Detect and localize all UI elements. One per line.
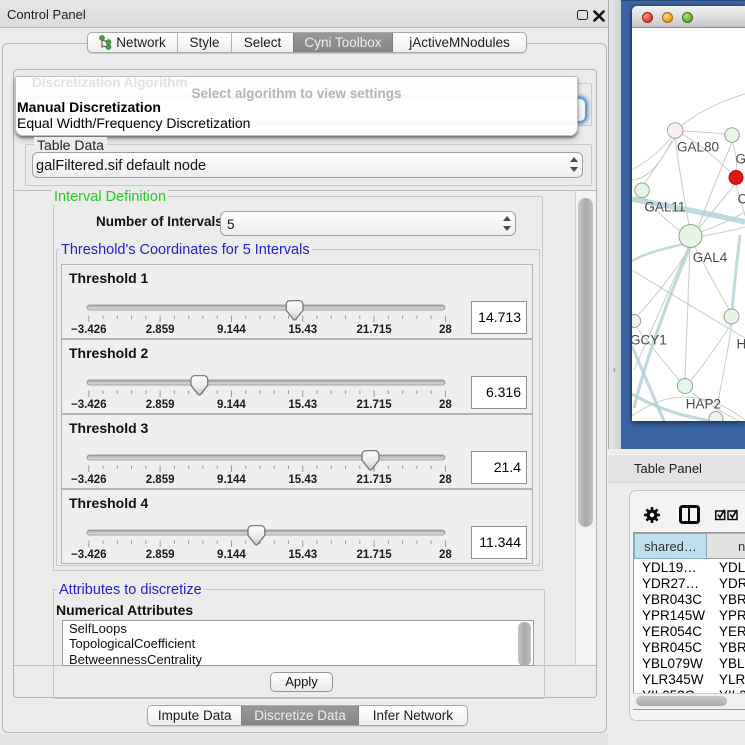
- svg-text:21.715: 21.715: [356, 399, 392, 411]
- svg-text:CY: CY: [738, 192, 745, 207]
- svg-text:2.859: 2.859: [146, 549, 175, 561]
- svg-text:21.715: 21.715: [356, 549, 392, 561]
- svg-text:9.144: 9.144: [217, 324, 246, 336]
- svg-text:21.715: 21.715: [356, 324, 392, 336]
- svg-text:28: 28: [439, 549, 452, 561]
- svg-text:2.859: 2.859: [146, 474, 175, 486]
- svg-text:HAP2: HAP2: [686, 397, 721, 412]
- svg-text:15.43: 15.43: [288, 399, 317, 411]
- svg-text:28: 28: [439, 399, 452, 411]
- svg-text:GAL11: GAL11: [644, 200, 685, 215]
- svg-text:9.144: 9.144: [217, 399, 246, 411]
- svg-text:GAL4: GAL4: [693, 250, 728, 265]
- svg-text:21.715: 21.715: [356, 474, 392, 486]
- svg-text:9.144: 9.144: [217, 474, 246, 486]
- svg-text:28: 28: [439, 324, 452, 336]
- svg-text:−3.426: −3.426: [71, 399, 107, 411]
- svg-text:2.859: 2.859: [146, 399, 175, 411]
- svg-text:2.859: 2.859: [146, 324, 175, 336]
- svg-text:HI: HI: [737, 337, 745, 352]
- svg-text:15.43: 15.43: [288, 549, 317, 561]
- svg-text:GA: GA: [736, 152, 745, 167]
- svg-text:−3.426: −3.426: [71, 549, 107, 561]
- svg-text:15.43: 15.43: [288, 474, 317, 486]
- svg-text:28: 28: [439, 474, 452, 486]
- svg-text:GAL80: GAL80: [677, 140, 719, 155]
- svg-text:−3.426: −3.426: [71, 324, 107, 336]
- svg-text:−3.426: −3.426: [71, 474, 107, 486]
- svg-text:9.144: 9.144: [217, 549, 246, 561]
- svg-text:GCY1: GCY1: [632, 333, 667, 348]
- svg-text:15.43: 15.43: [288, 324, 317, 336]
